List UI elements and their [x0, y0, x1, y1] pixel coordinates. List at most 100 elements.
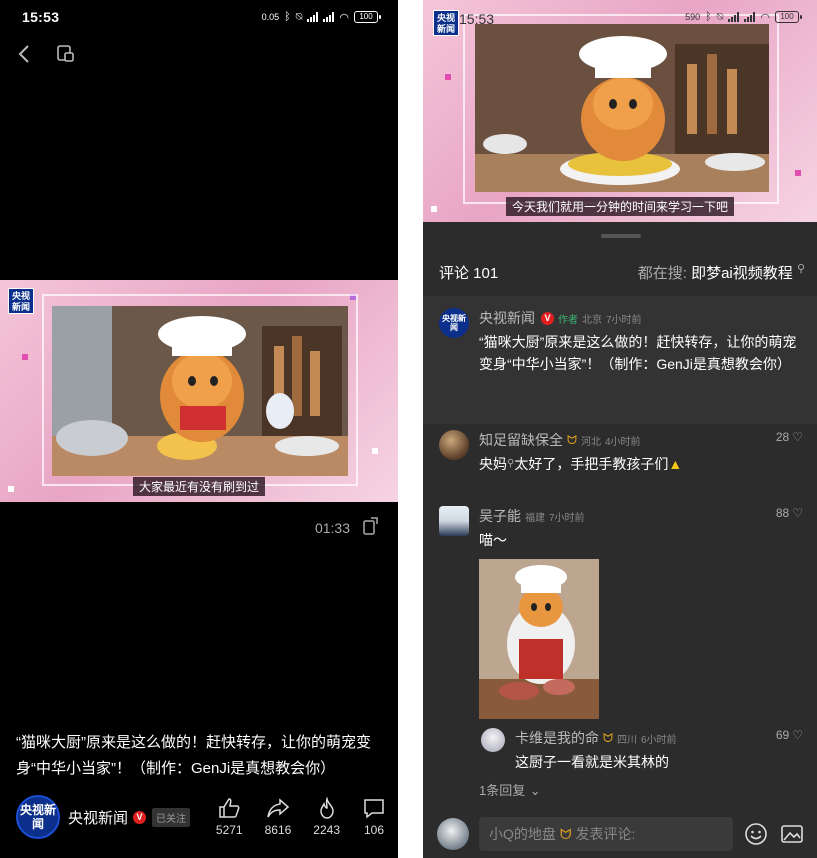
comment-input[interactable]: 小Q的地盘 ᗢ 发表评论: [479, 817, 733, 851]
my-avatar[interactable] [437, 818, 469, 850]
like-button[interactable]: 88 ♡ [776, 506, 803, 520]
video-player-screen: 15:53 0.05 ᛒ ⍉ ◠ 100 央视新闻 大家最近有没有刷到过 01:… [0, 0, 398, 858]
back-button[interactable] [12, 42, 36, 66]
search-term: 即梦ai视频教程 [691, 265, 793, 282]
comment-bubble-icon [364, 799, 384, 819]
input-user-name: 小Q的地盘 [489, 826, 556, 842]
fullscreen-button[interactable] [362, 516, 380, 539]
decor-square [22, 354, 28, 360]
comment-time: 7小时前 [549, 512, 585, 524]
comment-body: 知足留缺保全 ᗢ 河北 4小时前 央妈⚲太好了，手把手教孩子们▲ [479, 430, 801, 475]
search-suggestion[interactable]: 都在搜: 即梦ai视频教程 ⚲ [638, 262, 805, 283]
comment-text: 喵～ [479, 532, 507, 548]
bluetooth-icon: ᛒ [284, 11, 291, 23]
rotate-screen-icon [363, 517, 378, 535]
commenter-name[interactable]: 央视新闻 [479, 308, 535, 328]
like-button[interactable]: 69 ♡ [776, 728, 803, 742]
signal-icon-2 [323, 12, 335, 22]
net-speed: 590 [685, 12, 701, 22]
replier-avatar[interactable] [481, 728, 505, 752]
cat-chef-rice-scene [475, 24, 769, 192]
recommend-button[interactable]: 2243 [313, 797, 340, 837]
status-time: 15:53 [22, 9, 60, 25]
verified-badge: V [541, 311, 554, 325]
comment-item-author[interactable]: 央视新闻 央视新闻 V 作者 北京 7小时前 “猫咪大厨”原来是这么做的！赶快转… [423, 296, 817, 424]
signal-icon [307, 12, 319, 22]
thumbs-up-icon: ♡ [792, 430, 803, 444]
comment-meta: 吴子能 福建 7小时前 [479, 506, 801, 526]
decor-square [372, 448, 378, 454]
commenter-name[interactable]: 知足留缺保全 [479, 430, 563, 450]
share-arrow-icon [267, 798, 290, 818]
like-count: 69 [775, 728, 790, 742]
battery-icon: 100 [354, 11, 381, 23]
more-replies-label: 1条回复 [479, 783, 526, 798]
decor-square [445, 74, 451, 80]
comment-item[interactable]: 吴子能 福建 7小时前 喵～ 88 ♡ [423, 494, 817, 731]
image-button[interactable] [779, 821, 805, 847]
picture-in-picture-icon [57, 45, 74, 62]
pip-button[interactable] [54, 42, 78, 66]
decor-square [431, 206, 437, 212]
reply-meta: 卡维是我的命 ᗢ 四川 6小时前 [515, 728, 801, 748]
author-avatar[interactable]: 央视新闻 [16, 795, 60, 839]
more-replies-link[interactable]: 1条回复 ⌄ [479, 780, 541, 800]
comment-time: 4小时前 [604, 436, 641, 448]
video-frame[interactable]: 央视新闻 大家最近有没有刷到过 [0, 280, 398, 502]
follow-status[interactable]: 已关注 [152, 807, 191, 827]
thumbs-up-icon: ♡ [792, 728, 803, 742]
decor-square [8, 486, 14, 492]
thumbs-up-icon [219, 798, 240, 818]
comment-input-bar: 小Q的地盘 ᗢ 发表评论: [423, 810, 817, 858]
like-button[interactable]: 28 ♡ [776, 430, 803, 444]
commenter-avatar[interactable]: 央视新闻 [439, 308, 469, 338]
net-speed: 0.05 [261, 12, 280, 22]
share-button[interactable]: 8616 [265, 797, 291, 837]
replier-name[interactable]: 卡维是我的命 [515, 728, 599, 748]
comment-image[interactable] [479, 559, 599, 719]
commenter-avatar[interactable] [439, 506, 469, 536]
reply-body: 卡维是我的命 ᗢ 四川 6小时前 这厨子一看就是米其林的 [515, 728, 801, 773]
reply-text: 这厨子一看就是米其林的 [515, 754, 669, 770]
comment-location: 北京 [582, 314, 602, 326]
fan-badge-icon: ᗢ [559, 825, 572, 842]
signal-icon [728, 12, 740, 22]
back-arrow-icon [18, 45, 29, 63]
reply-item[interactable]: 卡维是我的命 ᗢ 四川 6小时前 这厨子一看就是米其林的 69 ♡ [465, 716, 817, 785]
playback-time-row: 01:33 [315, 516, 380, 539]
comment-button[interactable]: 106 [362, 797, 386, 837]
thumbs-up-icon: ♡ [792, 506, 803, 520]
comment-item[interactable]: 知足留缺保全 ᗢ 河北 4小时前 央妈⚲太好了，手把手教孩子们▲ 28 ♡ [423, 418, 817, 487]
search-icon: ⚲ [796, 263, 805, 275]
video-frame-mini[interactable]: 央视新闻 今天我们就用一分钟的时间来学习一下吧 590 ᛒ ⍉ ◠ 100 15… [423, 0, 817, 222]
comment-text: 央妈⚲太好了，手把手教孩子们▲ [479, 453, 801, 475]
chevron-down-icon: ⌄ [529, 783, 541, 798]
comment-location: 福建 [525, 512, 545, 524]
recommend-count: 2243 [313, 823, 340, 837]
comments-sheet: 评论 101 都在搜: 即梦ai视频教程 ⚲ 央视新闻 央视新闻 V 作者 北京… [423, 222, 817, 858]
comment-text-rest: 太好了，手把手教孩子们 [514, 456, 669, 472]
drag-handle[interactable] [601, 234, 641, 238]
comment-body: 央视新闻 V 作者 北京 7小时前 “猫咪大厨”原来是这么做的！赶快转存，让你的… [479, 308, 801, 412]
comment-time: 7小时前 [606, 314, 642, 326]
top-nav [12, 42, 78, 66]
comments-screen: 央视新闻 今天我们就用一分钟的时间来学习一下吧 590 ᛒ ⍉ ◠ 100 15… [423, 0, 817, 858]
wifi-icon: ◠ [339, 11, 349, 24]
cat-chef-illustration [52, 306, 348, 476]
status-icons: 590 ᛒ ⍉ ◠ 100 [685, 11, 802, 24]
image-icon [781, 825, 803, 843]
wifi-icon: ◠ [760, 11, 770, 24]
author-name[interactable]: 央视新闻 [68, 807, 128, 828]
flame-icon [319, 797, 334, 819]
commenter-name[interactable]: 吴子能 [479, 506, 521, 526]
action-buttons: 5271 8616 2243 106 [216, 797, 386, 837]
emoji-button[interactable] [743, 821, 769, 847]
like-button[interactable]: 5271 [216, 797, 243, 837]
fan-badge-icon: ᗢ [567, 432, 577, 447]
cat-chef-scene [52, 306, 348, 476]
status-icons: 0.05 ᛒ ⍉ ◠ 100 [261, 11, 381, 24]
decor-square [795, 170, 801, 176]
video-caption: “猫咪大厨”原来是这么做的！赶快转存，让你的萌宠变身“中华小当家”！（制作：Ge… [16, 734, 371, 777]
reply-time: 6小时前 [640, 734, 677, 746]
commenter-avatar[interactable] [439, 430, 469, 460]
